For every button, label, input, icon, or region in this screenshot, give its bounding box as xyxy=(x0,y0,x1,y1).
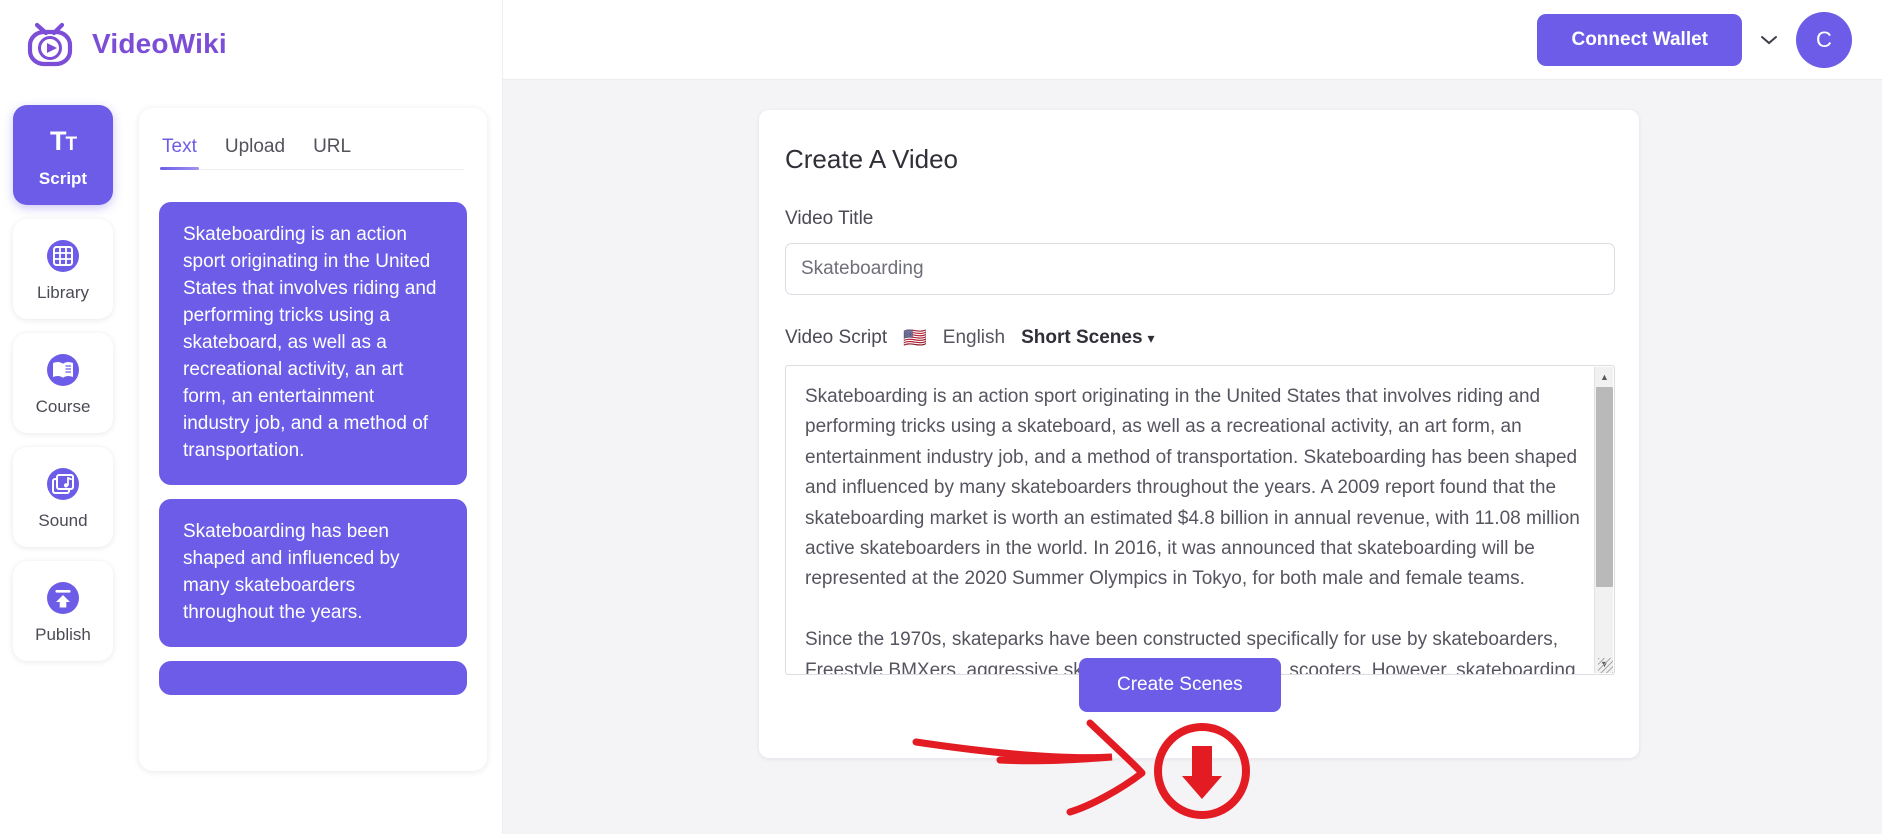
chevron-down-icon: ▾ xyxy=(1147,329,1155,346)
sidebar-item-label: Sound xyxy=(38,510,88,530)
tab-text[interactable]: Text xyxy=(160,136,199,170)
script-scrollbar[interactable]: ▲ ▼ xyxy=(1594,367,1613,673)
upload-arrow-icon xyxy=(43,578,83,618)
connect-wallet-button[interactable]: Connect Wallet xyxy=(1537,13,1742,66)
scroll-up-arrow-icon[interactable]: ▲ xyxy=(1595,367,1614,386)
sidebar-item-library[interactable]: Library xyxy=(13,219,113,319)
app-root: VideoWiki TT Script Library Course Sound… xyxy=(0,0,1882,834)
chevron-down-icon[interactable] xyxy=(1760,34,1778,46)
sidebar-item-label: Library xyxy=(37,282,89,302)
script-textarea-wrap: ▲ ▼ xyxy=(785,365,1615,675)
script-input[interactable] xyxy=(785,365,1615,675)
sidebar-item-script[interactable]: TT Script xyxy=(13,105,113,205)
open-book-icon xyxy=(43,350,83,390)
list-item[interactable]: Skateboarding has been shaped and influe… xyxy=(159,498,467,647)
scrollbar-thumb[interactable] xyxy=(1596,387,1613,587)
create-scenes-button[interactable]: Create Scenes xyxy=(1079,658,1281,712)
column-divider xyxy=(502,0,503,834)
create-video-card: Create A Video Video Title Video Script … xyxy=(759,110,1639,758)
sidebar-item-course[interactable]: Course xyxy=(13,333,113,433)
list-item[interactable]: Skateboarding is an action sport origina… xyxy=(159,202,467,485)
script-block-list[interactable]: Skateboarding is an action sport origina… xyxy=(139,188,487,771)
sidebar-item-label: Publish xyxy=(35,624,91,644)
language-value: English xyxy=(942,327,1006,348)
script-panel-card: Text Upload URL Skateboarding is an acti… xyxy=(139,108,487,771)
top-bar: Connect Wallet C xyxy=(503,0,1882,80)
tab-url[interactable]: URL xyxy=(313,136,351,158)
left-column: VideoWiki TT Script Library Course Sound… xyxy=(0,0,503,834)
text-format-icon: TT xyxy=(49,126,77,156)
tab-upload[interactable]: Upload xyxy=(225,136,285,158)
music-note-icon xyxy=(43,464,83,504)
avatar[interactable]: C xyxy=(1796,11,1852,68)
main-stage: Create A Video Video Title Video Script … xyxy=(503,80,1882,834)
script-tabs: Text Upload URL xyxy=(160,136,464,170)
sidebar-item-label: Script xyxy=(38,168,88,188)
videowiki-tv-play-logo-icon xyxy=(24,18,76,70)
brand: VideoWiki xyxy=(24,18,227,70)
textarea-resize-handle[interactable] xyxy=(1598,658,1613,673)
us-flag-icon: 🇺🇸 xyxy=(903,327,927,349)
page-title: Create A Video xyxy=(785,144,958,174)
brand-name: VideoWiki xyxy=(92,28,227,59)
script-options-row: Video Script 🇺🇸 English Short Scenes ▾ xyxy=(785,327,1613,349)
video-title-label: Video Title xyxy=(785,208,874,229)
sidebar-item-sound[interactable]: Sound xyxy=(13,447,113,547)
scene-length-value: Short Scenes xyxy=(1021,327,1143,348)
sidebar-rail: TT Script Library Course Sound Publish xyxy=(13,105,113,661)
sidebar-item-label: Course xyxy=(35,396,91,416)
list-item[interactable] xyxy=(159,660,467,695)
video-title-input[interactable] xyxy=(785,243,1615,295)
grid-icon xyxy=(43,236,83,276)
sidebar-item-publish[interactable]: Publish xyxy=(13,561,113,661)
video-script-label: Video Script xyxy=(785,327,888,348)
scene-length-select[interactable]: Short Scenes ▾ xyxy=(1021,327,1154,349)
